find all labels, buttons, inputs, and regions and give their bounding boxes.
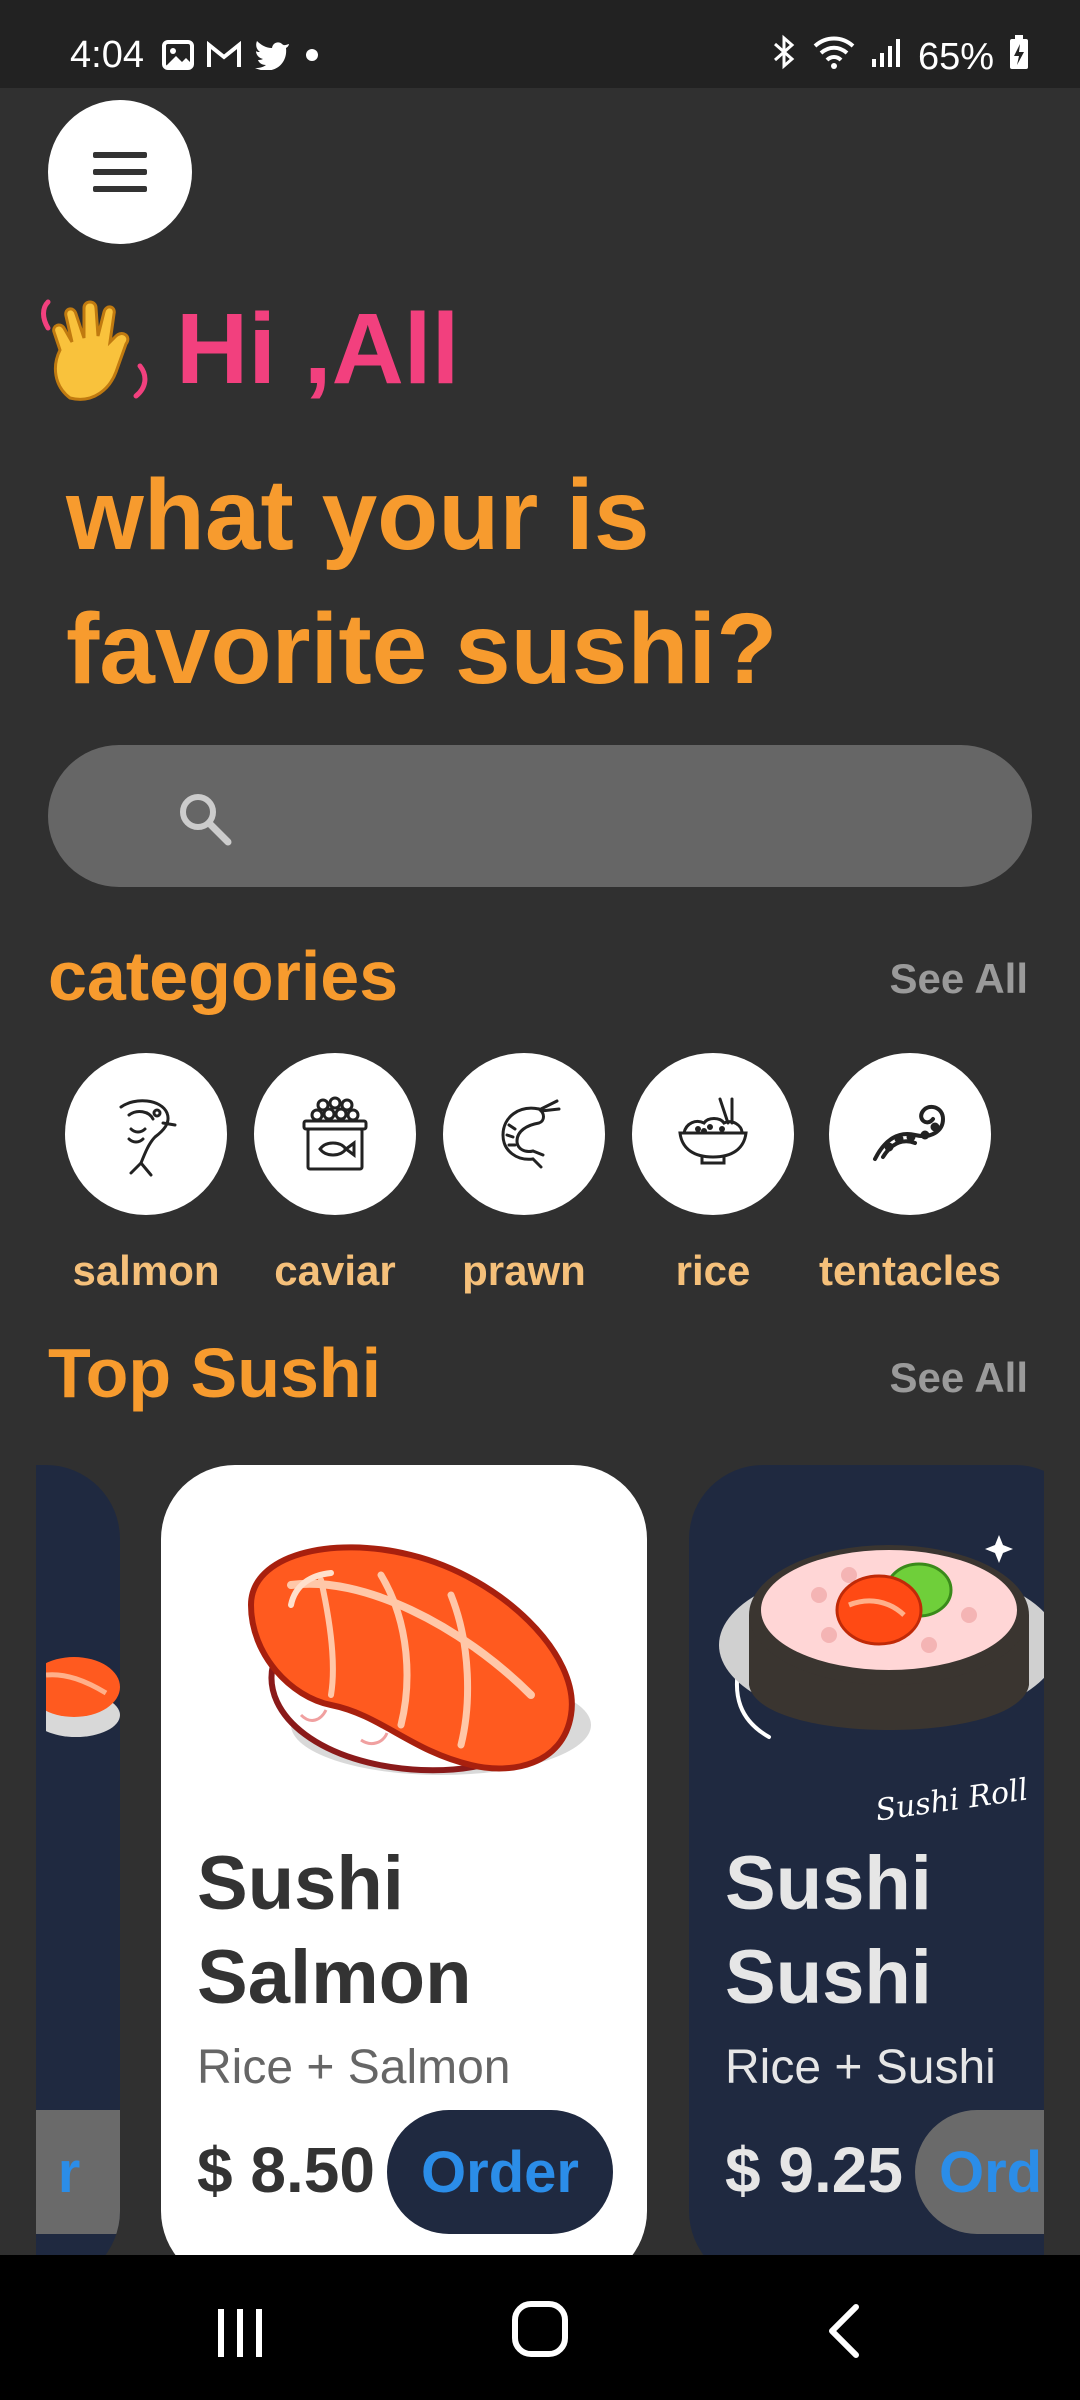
sushi-roll-image [719, 1535, 1044, 1739]
battery-charging-icon [1008, 34, 1030, 80]
back-icon[interactable] [820, 2303, 870, 2359]
category-label-salmon: salmon [72, 1247, 220, 1294]
sushi-card-title: Sushi Sushi [725, 1837, 932, 2025]
bluetooth-icon [772, 34, 798, 80]
order-button[interactable]: Order [387, 2110, 613, 2234]
greeting: Hi ,All [40, 288, 459, 411]
home-icon[interactable] [510, 2299, 570, 2359]
battery-label: 65% [917, 35, 994, 78]
search-bar[interactable] [48, 745, 1032, 887]
system-nav-bar [0, 2255, 1080, 2400]
status-time: 4:04 [70, 34, 144, 76]
category-item-rice[interactable]: rice [618, 1053, 808, 1295]
category-label-caviar: caviar [274, 1247, 396, 1294]
salmon-nigiri-image [247, 1544, 591, 1775]
gmail-icon [206, 40, 242, 74]
category-item-salmon[interactable]: salmon [51, 1053, 241, 1295]
sushi-image-partial [46, 1657, 120, 1737]
sushi-card-title: Sushi Salmon [197, 1837, 472, 2025]
categories-title: categories [48, 937, 399, 1015]
sushi-name-line1: Sushi [725, 1841, 932, 1926]
sushi-price: $ 9.25 [725, 2134, 903, 2206]
sushi-image-caption: (Salmon) [341, 1791, 447, 1821]
caviar-icon [302, 1096, 368, 1171]
order-button-partial[interactable]: r [36, 2110, 120, 2234]
signal-icon [870, 36, 904, 79]
categories-see-all-link[interactable]: See All [889, 955, 1028, 1003]
search-input[interactable] [248, 775, 1012, 857]
sushi-card-roll[interactable]: Sushi Roll Sushi Sushi Rice + Sushi $ 9.… [689, 1465, 1044, 2255]
search-icon [180, 794, 232, 846]
headline: what your is favorite sushi? [66, 459, 778, 705]
sushi-card-salmon[interactable]: (Salmon) Sushi Salmon Rice + Salmon $ 8.… [161, 1465, 647, 2255]
sushi-ingredients: Rice + Salmon [197, 2041, 511, 2094]
menu-button[interactable] [48, 100, 192, 244]
order-button[interactable]: Order [915, 2110, 1044, 2234]
salmon-icon [119, 1099, 177, 1177]
category-label-tentacles: tentacles [818, 1247, 1002, 1294]
category-item-caviar[interactable]: caviar [240, 1053, 430, 1295]
rice-bowl-icon [678, 1097, 748, 1165]
top-sushi-carousel[interactable]: r (Salmon) Sushi Salmon Rice + Salmon $ … [36, 1465, 1044, 2255]
top-sushi-title: Top Sushi [48, 1334, 382, 1412]
category-item-tentacles[interactable]: tentacles [815, 1053, 1005, 1295]
prawn-icon [501, 1099, 561, 1169]
sushi-card-partial[interactable]: r [36, 1465, 120, 2255]
dot-icon [302, 45, 322, 70]
category-label-rice: rice [675, 1247, 751, 1294]
top-sushi-see-all-link[interactable]: See All [889, 1354, 1028, 1402]
waving-hand-icon [40, 288, 152, 411]
category-label-prawn: prawn [462, 1247, 586, 1294]
sushi-name-line2: Salmon [197, 1935, 472, 2020]
hamburger-menu-icon [93, 152, 147, 192]
sushi-ingredients: Rice + Sushi [725, 2041, 996, 2094]
status-bar: 4:04 65% [0, 0, 1080, 88]
greeting-text: Hi ,All [176, 293, 460, 405]
recent-apps-icon[interactable] [210, 2305, 270, 2361]
sushi-price: $ 8.50 [197, 2134, 375, 2206]
gallery-icon [162, 40, 194, 75]
category-item-prawn[interactable]: prawn [429, 1053, 619, 1295]
sushi-name-line2: Sushi [725, 1935, 932, 2020]
wifi-icon [812, 34, 856, 80]
tentacle-icon [873, 1104, 946, 1161]
sushi-name-line1: Sushi [197, 1841, 404, 1926]
twitter-icon [254, 40, 290, 75]
